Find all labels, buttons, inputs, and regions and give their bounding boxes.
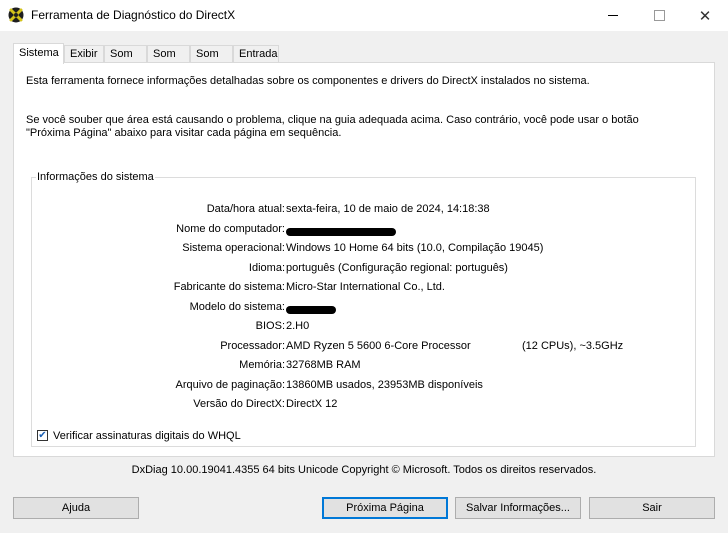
exit-button[interactable]: Sair	[589, 497, 715, 519]
help-button[interactable]: Ajuda	[13, 497, 139, 519]
minimize-icon	[608, 15, 618, 16]
maximize-button	[636, 0, 682, 31]
info-row-bios: BIOS: 2.H0	[32, 320, 697, 334]
cpu-details: (12 CPUs), ~3.5GHz	[522, 340, 624, 352]
info-row-directx: Versão do DirectX: DirectX 12	[32, 398, 697, 412]
info-row-processor: Processador: AMD Ryzen 5 5600 6-Core Pro…	[32, 340, 697, 354]
info-value: Windows 10 Home 64 bits (10.0, Compilaçã…	[286, 242, 544, 254]
whql-checkbox-label[interactable]: Verificar assinaturas digitais do WHQL	[53, 430, 241, 442]
window-title: Ferramenta de Diagnóstico do DirectX	[31, 8, 236, 22]
intro-text: Esta ferramenta fornece informações deta…	[26, 75, 590, 87]
info-value: 2.H0	[286, 320, 310, 332]
info-value: DirectX 12	[286, 398, 338, 410]
info-value: português (Configuração regional: portug…	[286, 262, 508, 274]
info-value: sexta-feira, 10 de maio de 2024, 14:18:3…	[286, 203, 490, 215]
info-row-model: Modelo do sistema:	[32, 301, 697, 315]
info-label: Arquivo de paginação:	[175, 379, 285, 391]
system-info-group: Informações do sistema Data/hora atual: …	[31, 171, 697, 447]
group-title: Informações do sistema	[36, 171, 155, 183]
tab-entrada[interactable]: Entrada	[233, 45, 279, 62]
info-label: Idioma:	[248, 262, 285, 274]
directx-icon	[8, 7, 24, 23]
close-button[interactable]: ✕	[682, 0, 728, 31]
tab-som-3[interactable]: Som 3	[190, 45, 233, 77]
maximize-icon	[653, 10, 665, 21]
redacted-value	[286, 304, 336, 316]
info-row-language: Idioma: português (Configuração regional…	[32, 262, 697, 276]
info-label: Processador:	[220, 340, 285, 352]
info-row-os: Sistema operacional: Windows 10 Home 64 …	[32, 242, 697, 256]
copyright-text: DxDiag 10.00.19041.4355 64 bits Unicode …	[131, 464, 597, 476]
tab-som-1[interactable]: Som 1	[104, 45, 147, 77]
info-label: Modelo do sistema:	[189, 301, 285, 313]
instructions-text: Se você souber que área está causando o …	[26, 114, 639, 139]
info-value: 13860MB usados, 23953MB disponíveis	[286, 379, 483, 391]
next-page-button[interactable]: Próxima Página	[322, 497, 448, 519]
info-row-manufacturer: Fabricante do sistema: Micro-Star Intern…	[32, 281, 697, 295]
tab-exibir[interactable]: Exibir	[64, 45, 104, 62]
info-label: Data/hora atual:	[206, 203, 285, 215]
info-label: BIOS:	[255, 320, 285, 332]
save-info-button[interactable]: Salvar Informações...	[455, 497, 581, 519]
info-row-memory: Memória: 32768MB RAM	[32, 359, 697, 373]
whql-checkbox[interactable]: ✔	[37, 430, 48, 441]
system-tab-panel: Esta ferramenta fornece informações deta…	[13, 62, 715, 457]
info-value: Micro-Star International Co., Ltd.	[286, 281, 445, 293]
info-label: Sistema operacional:	[182, 242, 285, 254]
info-row-computer-name: Nome do computador:	[32, 223, 697, 237]
close-icon: ✕	[698, 6, 712, 25]
info-row-datetime: Data/hora atual: sexta-feira, 10 de maio…	[32, 203, 697, 217]
info-label: Fabricante do sistema:	[173, 281, 285, 293]
info-label: Nome do computador:	[176, 223, 285, 235]
info-label: Versão do DirectX:	[193, 398, 285, 410]
tab-sistema[interactable]: Sistema	[13, 43, 64, 64]
info-value: 32768MB RAM	[286, 359, 361, 371]
redacted-value	[286, 226, 396, 238]
info-label: Memória:	[239, 359, 285, 371]
info-row-pagefile: Arquivo de paginação: 13860MB usados, 23…	[32, 379, 697, 393]
info-value: AMD Ryzen 5 5600 6-Core Processor	[286, 340, 471, 352]
title-bar[interactable]: Ferramenta de Diagnóstico do DirectX ✕	[0, 0, 728, 31]
tab-som-2[interactable]: Som 2	[147, 45, 190, 77]
minimize-button[interactable]	[590, 0, 636, 31]
